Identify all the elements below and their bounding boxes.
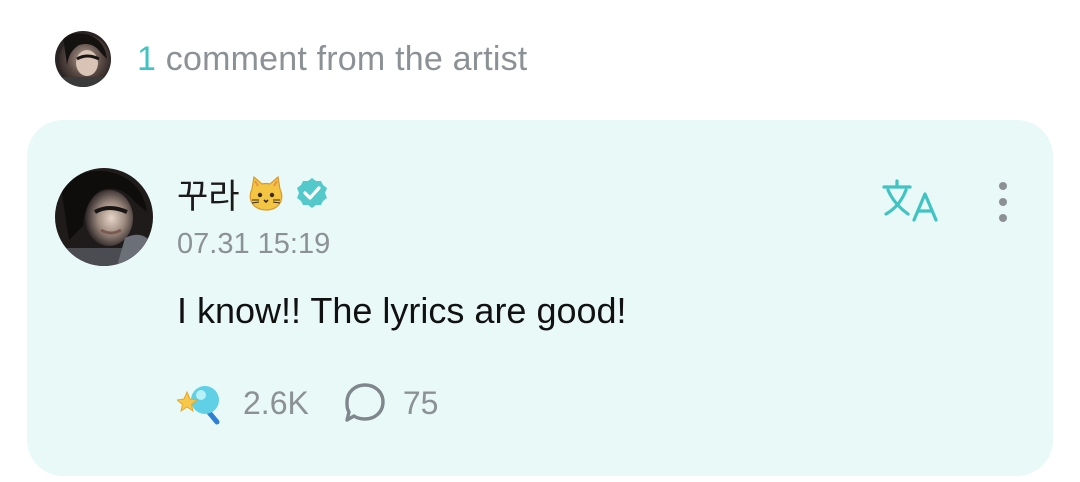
verified-badge-icon (296, 178, 327, 208)
artist-comments-title: 1 comment from the artist (137, 40, 527, 79)
comment-card: 꾸라 07.31 15:19 I know!! The lyrics are g… (27, 120, 1053, 476)
cat-face-icon (249, 175, 282, 211)
comment-text: I know!! The lyrics are good! (177, 290, 627, 331)
artist-comment-page: 1 comment from the artist 꾸라 07.31 15:19… (0, 0, 1080, 482)
reply-button[interactable]: 75 (343, 381, 439, 425)
artist-comment-label: comment from the artist (156, 39, 528, 78)
author-name-row: 꾸라 (177, 172, 328, 217)
comment-actions: 2.6K 75 (177, 378, 438, 428)
reaction-count: 2.6K (243, 384, 309, 421)
translate-button[interactable] (882, 178, 942, 224)
artist-comments-header: 1 comment from the artist (55, 31, 527, 87)
more-vertical-icon (999, 182, 1007, 222)
author-avatar[interactable] (55, 168, 153, 266)
reply-count: 75 (402, 384, 439, 421)
artist-comment-count: 1 (137, 39, 157, 78)
reaction-button[interactable]: 2.6K (177, 380, 309, 426)
speech-bubble-icon (345, 383, 385, 422)
more-options-button[interactable] (991, 178, 1015, 228)
author-name[interactable]: 꾸라 (177, 169, 240, 218)
reaction-star-icon (177, 386, 220, 425)
artist-avatar-small[interactable] (55, 31, 111, 87)
translate-icon (882, 179, 938, 222)
comment-timestamp: 07.31 15:19 (177, 228, 331, 260)
